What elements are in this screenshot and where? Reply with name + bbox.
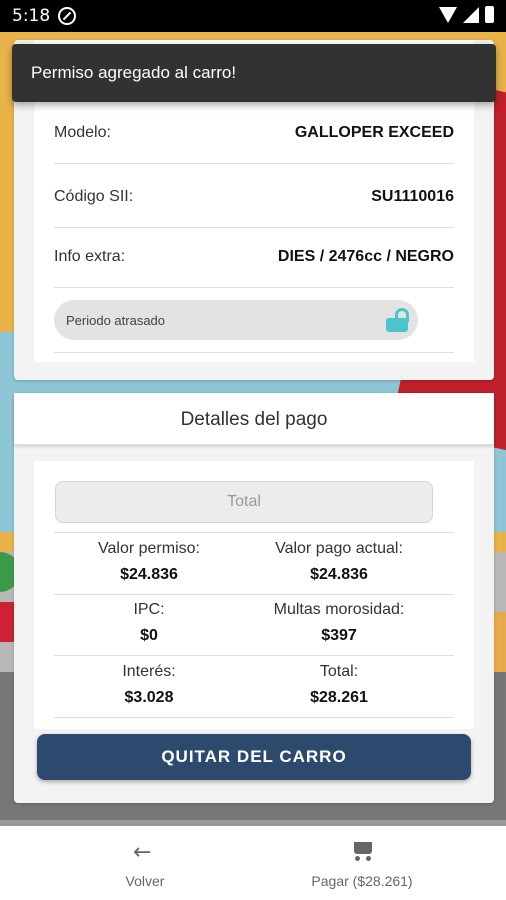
toast-message: Permiso agregado al carro!	[12, 44, 496, 102]
interes-value: $3.028	[124, 689, 174, 706]
info-extra-label: Info extra:	[54, 248, 126, 265]
unlock-icon[interactable]	[386, 308, 409, 332]
modelo-row: Modelo: GALLOPER EXCEED	[54, 102, 454, 164]
multas-morosidad-value: $397	[321, 627, 357, 644]
signal-icon	[463, 6, 479, 23]
periodo-atrasado-toggle[interactable]: Periodo atrasado	[54, 300, 418, 340]
valor-pago-actual-label: Valor pago actual:	[275, 540, 403, 557]
payment-header: Detalles del pago	[14, 393, 494, 445]
periodo-atrasado-label: Periodo atrasado	[66, 313, 166, 328]
ipc-label: IPC:	[133, 601, 165, 618]
status-icons	[439, 6, 494, 23]
payment-details: Total Valor permiso: $24.836 Valor pago …	[34, 461, 474, 729]
sync-icon	[58, 7, 76, 25]
valor-permiso-value: $24.836	[120, 566, 178, 583]
status-time: 5:18	[12, 6, 51, 26]
total-cell: Total: $28.261	[239, 663, 439, 707]
payment-card: Detalles del pago Total Valor permiso: $…	[14, 393, 494, 803]
divider	[54, 352, 454, 353]
total-value: $28.261	[310, 689, 368, 706]
divider	[54, 717, 454, 718]
multas-morosidad-label: Multas morosidad:	[273, 601, 405, 618]
modelo-label: Modelo:	[54, 124, 111, 141]
multas-morosidad-cell: Multas morosidad: $397	[239, 601, 439, 645]
divider	[54, 532, 454, 533]
payment-title: Detalles del pago	[180, 409, 328, 430]
interes-cell: Interés: $3.028	[49, 663, 249, 707]
codigo-sii-label: Código SII:	[54, 188, 134, 205]
info-extra-row: Info extra: DIES / 2476cc / NEGRO	[54, 226, 454, 288]
arrow-left-icon: ←	[133, 840, 152, 865]
valor-permiso-cell: Valor permiso: $24.836	[49, 540, 249, 584]
ipc-value: $0	[140, 627, 158, 644]
valor-permiso-label: Valor permiso:	[98, 540, 200, 557]
pay-label: Pagar ($28.261)	[311, 873, 413, 889]
divider	[54, 594, 454, 595]
back-button[interactable]: ← Volver	[95, 826, 195, 900]
bottom-nav: ← Volver Pagar ($28.261)	[0, 826, 506, 900]
codigo-sii-row: Código SII: SU1110016	[54, 166, 454, 228]
battery-icon	[485, 6, 494, 23]
total-button[interactable]: Total	[55, 481, 433, 523]
status-bar: 5:18	[0, 0, 506, 32]
info-extra-value: DIES / 2476cc / NEGRO	[277, 248, 454, 265]
ipc-cell: IPC: $0	[49, 601, 249, 645]
wifi-icon	[439, 6, 457, 23]
pay-button[interactable]: Pagar ($28.261)	[287, 826, 437, 900]
cart-icon	[351, 842, 373, 862]
modelo-value: GALLOPER EXCEED	[294, 124, 454, 141]
valor-pago-actual-cell: Valor pago actual: $24.836	[239, 540, 439, 584]
total-label: Total:	[319, 663, 359, 680]
valor-pago-actual-value: $24.836	[310, 566, 368, 583]
divider	[54, 655, 454, 656]
codigo-sii-value: SU1110016	[371, 188, 454, 205]
interes-label: Interés:	[122, 663, 176, 680]
back-label: Volver	[125, 873, 165, 889]
remove-from-cart-button[interactable]: QUITAR DEL CARRO	[37, 734, 471, 780]
